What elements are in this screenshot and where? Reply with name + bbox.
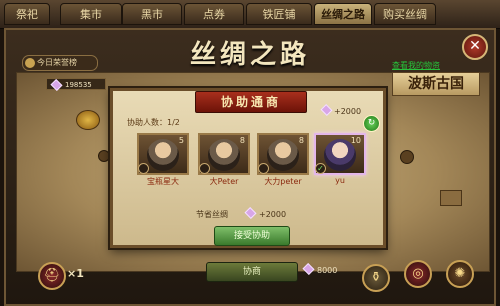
dialog-title: 协助通商 [195, 91, 307, 113]
candidate-card[interactable]: 5 [137, 133, 189, 175]
ring-icon[interactable]: ◎ [404, 260, 432, 288]
save-silk-amount: +2000 [259, 210, 287, 219]
candidate-card[interactable]: 8 [198, 133, 250, 175]
medal-icon [25, 58, 35, 68]
candidate-level: 10 [350, 136, 361, 145]
wheel-icon[interactable]: ✺ [446, 260, 474, 288]
silk-count-value: 198535 [65, 81, 92, 89]
candidate-name: 大Peter [209, 177, 239, 186]
general-portrait [147, 139, 179, 171]
today-honor-label: 今日荣誉榜 [37, 58, 77, 67]
destination-country: 波斯古国 [392, 72, 480, 96]
candidate-name: yu [335, 176, 345, 185]
waypoint-icon[interactable] [98, 150, 110, 162]
candidate-level: 5 [178, 136, 184, 145]
silk-gem-icon [302, 262, 315, 276]
general-portrait [267, 139, 299, 171]
tab-black-market[interactable]: 黑市 [122, 3, 182, 25]
select-checkbox[interactable] [138, 163, 149, 174]
save-silk-label: 节省丝绸 [196, 210, 228, 219]
silk-counter: 198535 [46, 78, 106, 92]
assist-cost: +2000 [320, 103, 362, 117]
resource-value: 8000 [317, 266, 338, 275]
tab-blacksmith[interactable]: 铁匠铺 [246, 3, 312, 25]
select-checkbox[interactable] [199, 163, 210, 174]
silk-gem-icon [50, 78, 63, 92]
item-count: ×1 [67, 267, 84, 280]
save-silk-value: +2000 [244, 206, 287, 220]
tab-silk-road[interactable]: 丝绸之路 [314, 3, 372, 25]
candidate-level: 8 [298, 136, 304, 145]
assist-cost-value: 2000 [340, 107, 362, 116]
accept-assist-button[interactable]: 接受协助 [214, 226, 290, 246]
city-icon[interactable] [76, 110, 100, 130]
fort-icon[interactable] [440, 190, 462, 206]
candidate-name: 大力peter [264, 177, 302, 186]
tab-sacrifice[interactable]: 祭祀 [4, 3, 50, 25]
today-honor-button[interactable]: 今日荣誉榜 [22, 55, 98, 71]
refresh-icon[interactable]: ↻ [363, 115, 380, 132]
view-supplies-link[interactable]: 查看我的物资 [392, 60, 440, 71]
candidate-level: 8 [239, 136, 245, 145]
negotiate-button[interactable]: 协商 [206, 262, 298, 282]
checkmark-icon[interactable]: ✓ [315, 163, 326, 174]
waypoint-icon[interactable] [400, 150, 414, 164]
close-icon[interactable]: ✕ [462, 34, 488, 60]
candidate-card[interactable]: 8 [257, 133, 309, 175]
resource-amount: 8000 [302, 262, 338, 276]
tab-buy-silk[interactable]: 购买丝绸 [374, 3, 436, 25]
general-portrait [208, 139, 240, 171]
tab-bar: 祭祀 集市 黑市 点券 铁匠铺 丝绸之路 购买丝绸 [0, 0, 500, 29]
tab-market[interactable]: 集市 [60, 3, 122, 25]
silk-gem-icon [320, 103, 333, 117]
candidate-name: 宝瓶星大 [147, 177, 179, 186]
helpers-count: 协助人数：1/2 [127, 118, 180, 127]
candidate-card-selected[interactable]: 10 ✓ [314, 133, 366, 175]
select-checkbox[interactable] [258, 163, 269, 174]
quiver-icon[interactable]: ⚱ [362, 264, 390, 292]
tab-coupons[interactable]: 点券 [184, 3, 244, 25]
silk-gem-icon [244, 206, 257, 220]
helmet-item-icon[interactable]: ⛑ [38, 262, 66, 290]
